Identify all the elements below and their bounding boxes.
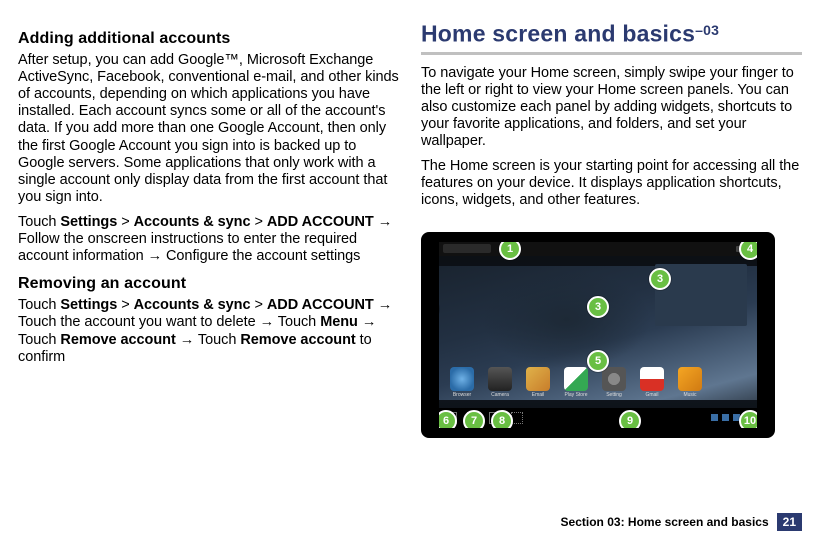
callout-6: 6: [435, 410, 457, 432]
callout-9: 9: [619, 410, 641, 432]
app-camera: Camera: [485, 367, 515, 398]
paragraph-adding-accounts: After setup, you can add Google™, Micros…: [18, 52, 399, 206]
callout-2: 2: [421, 298, 439, 320]
text-accounts-sync: Accounts & sync: [134, 214, 251, 230]
home-screen-figure: Browser Camera Email Play Store Setting Gmail…: [421, 232, 775, 438]
title-number: 03: [703, 22, 719, 38]
text: >: [251, 297, 267, 313]
navigation-bar: [439, 408, 757, 428]
app-label: Setting: [606, 392, 622, 398]
page-title: Home screen and basics–03: [421, 20, 802, 48]
title-text: Home screen and basics: [421, 21, 695, 47]
text-accounts-sync: Accounts & sync: [134, 297, 251, 313]
heading-removing-account: Removing an account: [18, 275, 399, 293]
footer-section-label: Section 03: Home screen and basics: [555, 513, 775, 531]
app-play-store: Play Store: [561, 367, 591, 398]
heading-adding-accounts: Adding additional accounts: [18, 30, 399, 48]
app-icon: [678, 367, 702, 391]
text: >: [117, 214, 133, 230]
callout-10: 10: [739, 410, 761, 432]
tablet-screen: Browser Camera Email Play Store Setting Gmail…: [439, 242, 757, 428]
text-settings: Settings: [60, 214, 117, 230]
text: >: [117, 297, 133, 313]
callout-7: 7: [463, 410, 485, 432]
callout-5: 5: [587, 350, 609, 372]
title-divider: [421, 52, 802, 55]
wifi-icon: [722, 414, 729, 421]
app-setting: Setting: [599, 367, 629, 398]
callout-3a: 3: [587, 296, 609, 318]
app-icon: [488, 367, 512, 391]
footer-page-number: 21: [777, 513, 802, 531]
app-email: Email: [523, 367, 553, 398]
title-dash: –: [695, 22, 703, 38]
right-column: Home screen and basics–03 To navigate yo…: [421, 20, 802, 438]
text-menu: Menu: [320, 314, 358, 330]
app-icon: [450, 367, 474, 391]
paragraph-add-account-steps: Touch Settings > Accounts & sync > ADD A…: [18, 214, 399, 265]
google-search-widget: [443, 244, 491, 253]
paragraph-remove-account-steps: Touch Settings > Accounts & sync > ADD A…: [18, 297, 399, 365]
app-label: Gmail: [645, 392, 658, 398]
app-label: Camera: [491, 392, 509, 398]
paragraph-navigate-home: To navigate your Home screen, simply swi…: [421, 65, 802, 151]
app-icon: [602, 367, 626, 391]
text-add-account: ADD ACCOUNT: [267, 297, 374, 313]
callout-4: 4: [739, 238, 761, 260]
app-browser: Browser: [447, 367, 477, 398]
callout-8: 8: [491, 410, 513, 432]
app-music: Music: [675, 367, 705, 398]
app-icon: [640, 367, 664, 391]
app-icon: [564, 367, 588, 391]
status-bar: [439, 242, 757, 256]
text: → Touch: [176, 332, 241, 348]
left-column: Adding additional accounts After setup, …: [18, 20, 399, 438]
app-label: Email: [532, 392, 545, 398]
notification-icon: [711, 414, 718, 421]
app-label: Browser: [453, 392, 471, 398]
text-add-account: ADD ACCOUNT: [267, 214, 374, 230]
text: Touch: [18, 214, 60, 230]
callout-3b: 3: [649, 268, 671, 290]
app-label: Play Store: [564, 392, 587, 398]
paragraph-home-starting-point: The Home screen is your starting point f…: [421, 158, 802, 209]
app-gmail: Gmail: [637, 367, 667, 398]
text-settings: Settings: [60, 297, 117, 313]
page-footer: Section 03: Home screen and basics 21: [555, 513, 802, 531]
text-remove-account: Remove account: [60, 332, 175, 348]
text: >: [251, 214, 267, 230]
callout-1: 1: [499, 238, 521, 260]
app-label: Music: [683, 392, 696, 398]
text: Touch: [18, 297, 60, 313]
app-icon: [526, 367, 550, 391]
text-remove-account-confirm: Remove account: [240, 332, 355, 348]
